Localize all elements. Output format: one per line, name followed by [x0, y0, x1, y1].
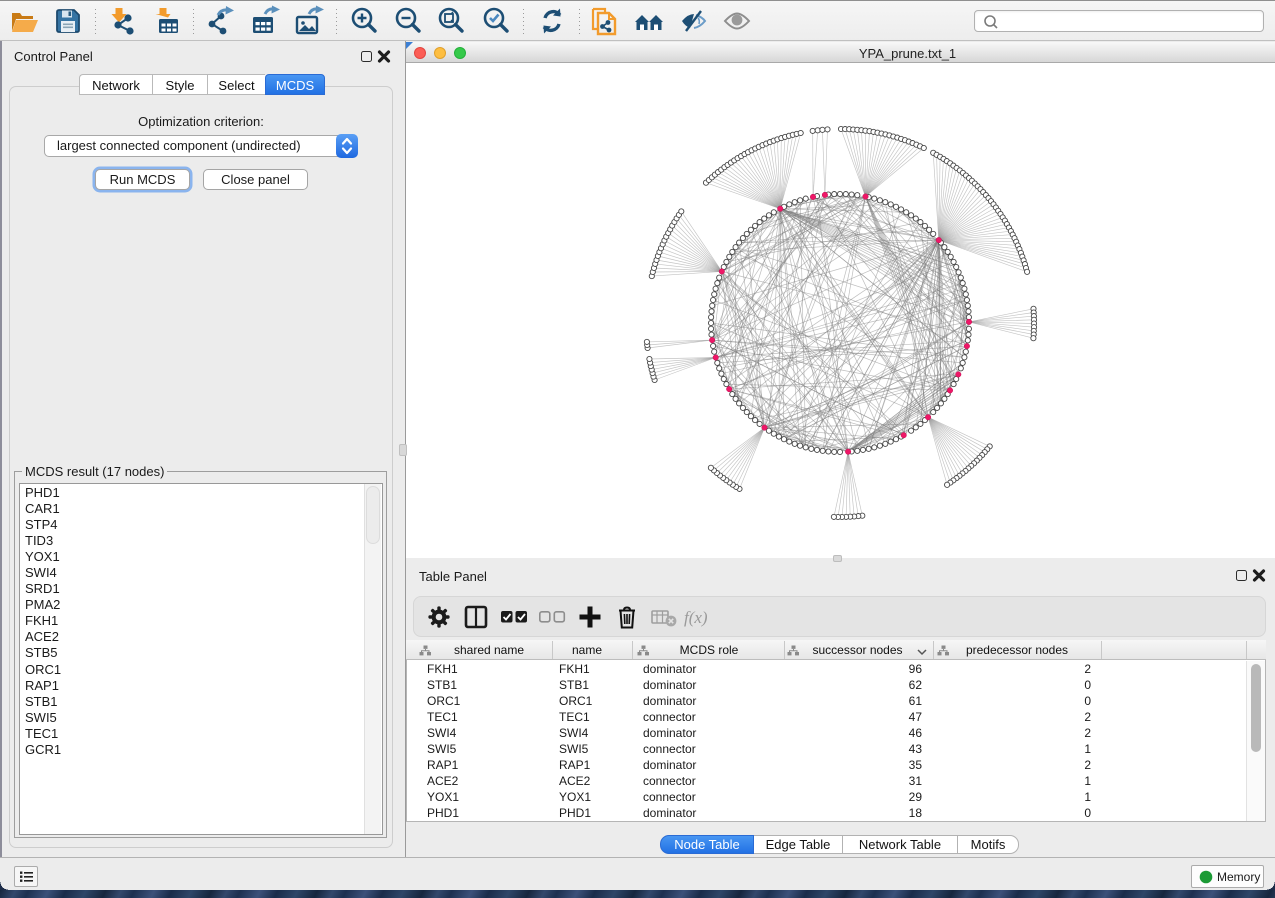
svg-text:f(x): f(x) — [684, 608, 708, 627]
